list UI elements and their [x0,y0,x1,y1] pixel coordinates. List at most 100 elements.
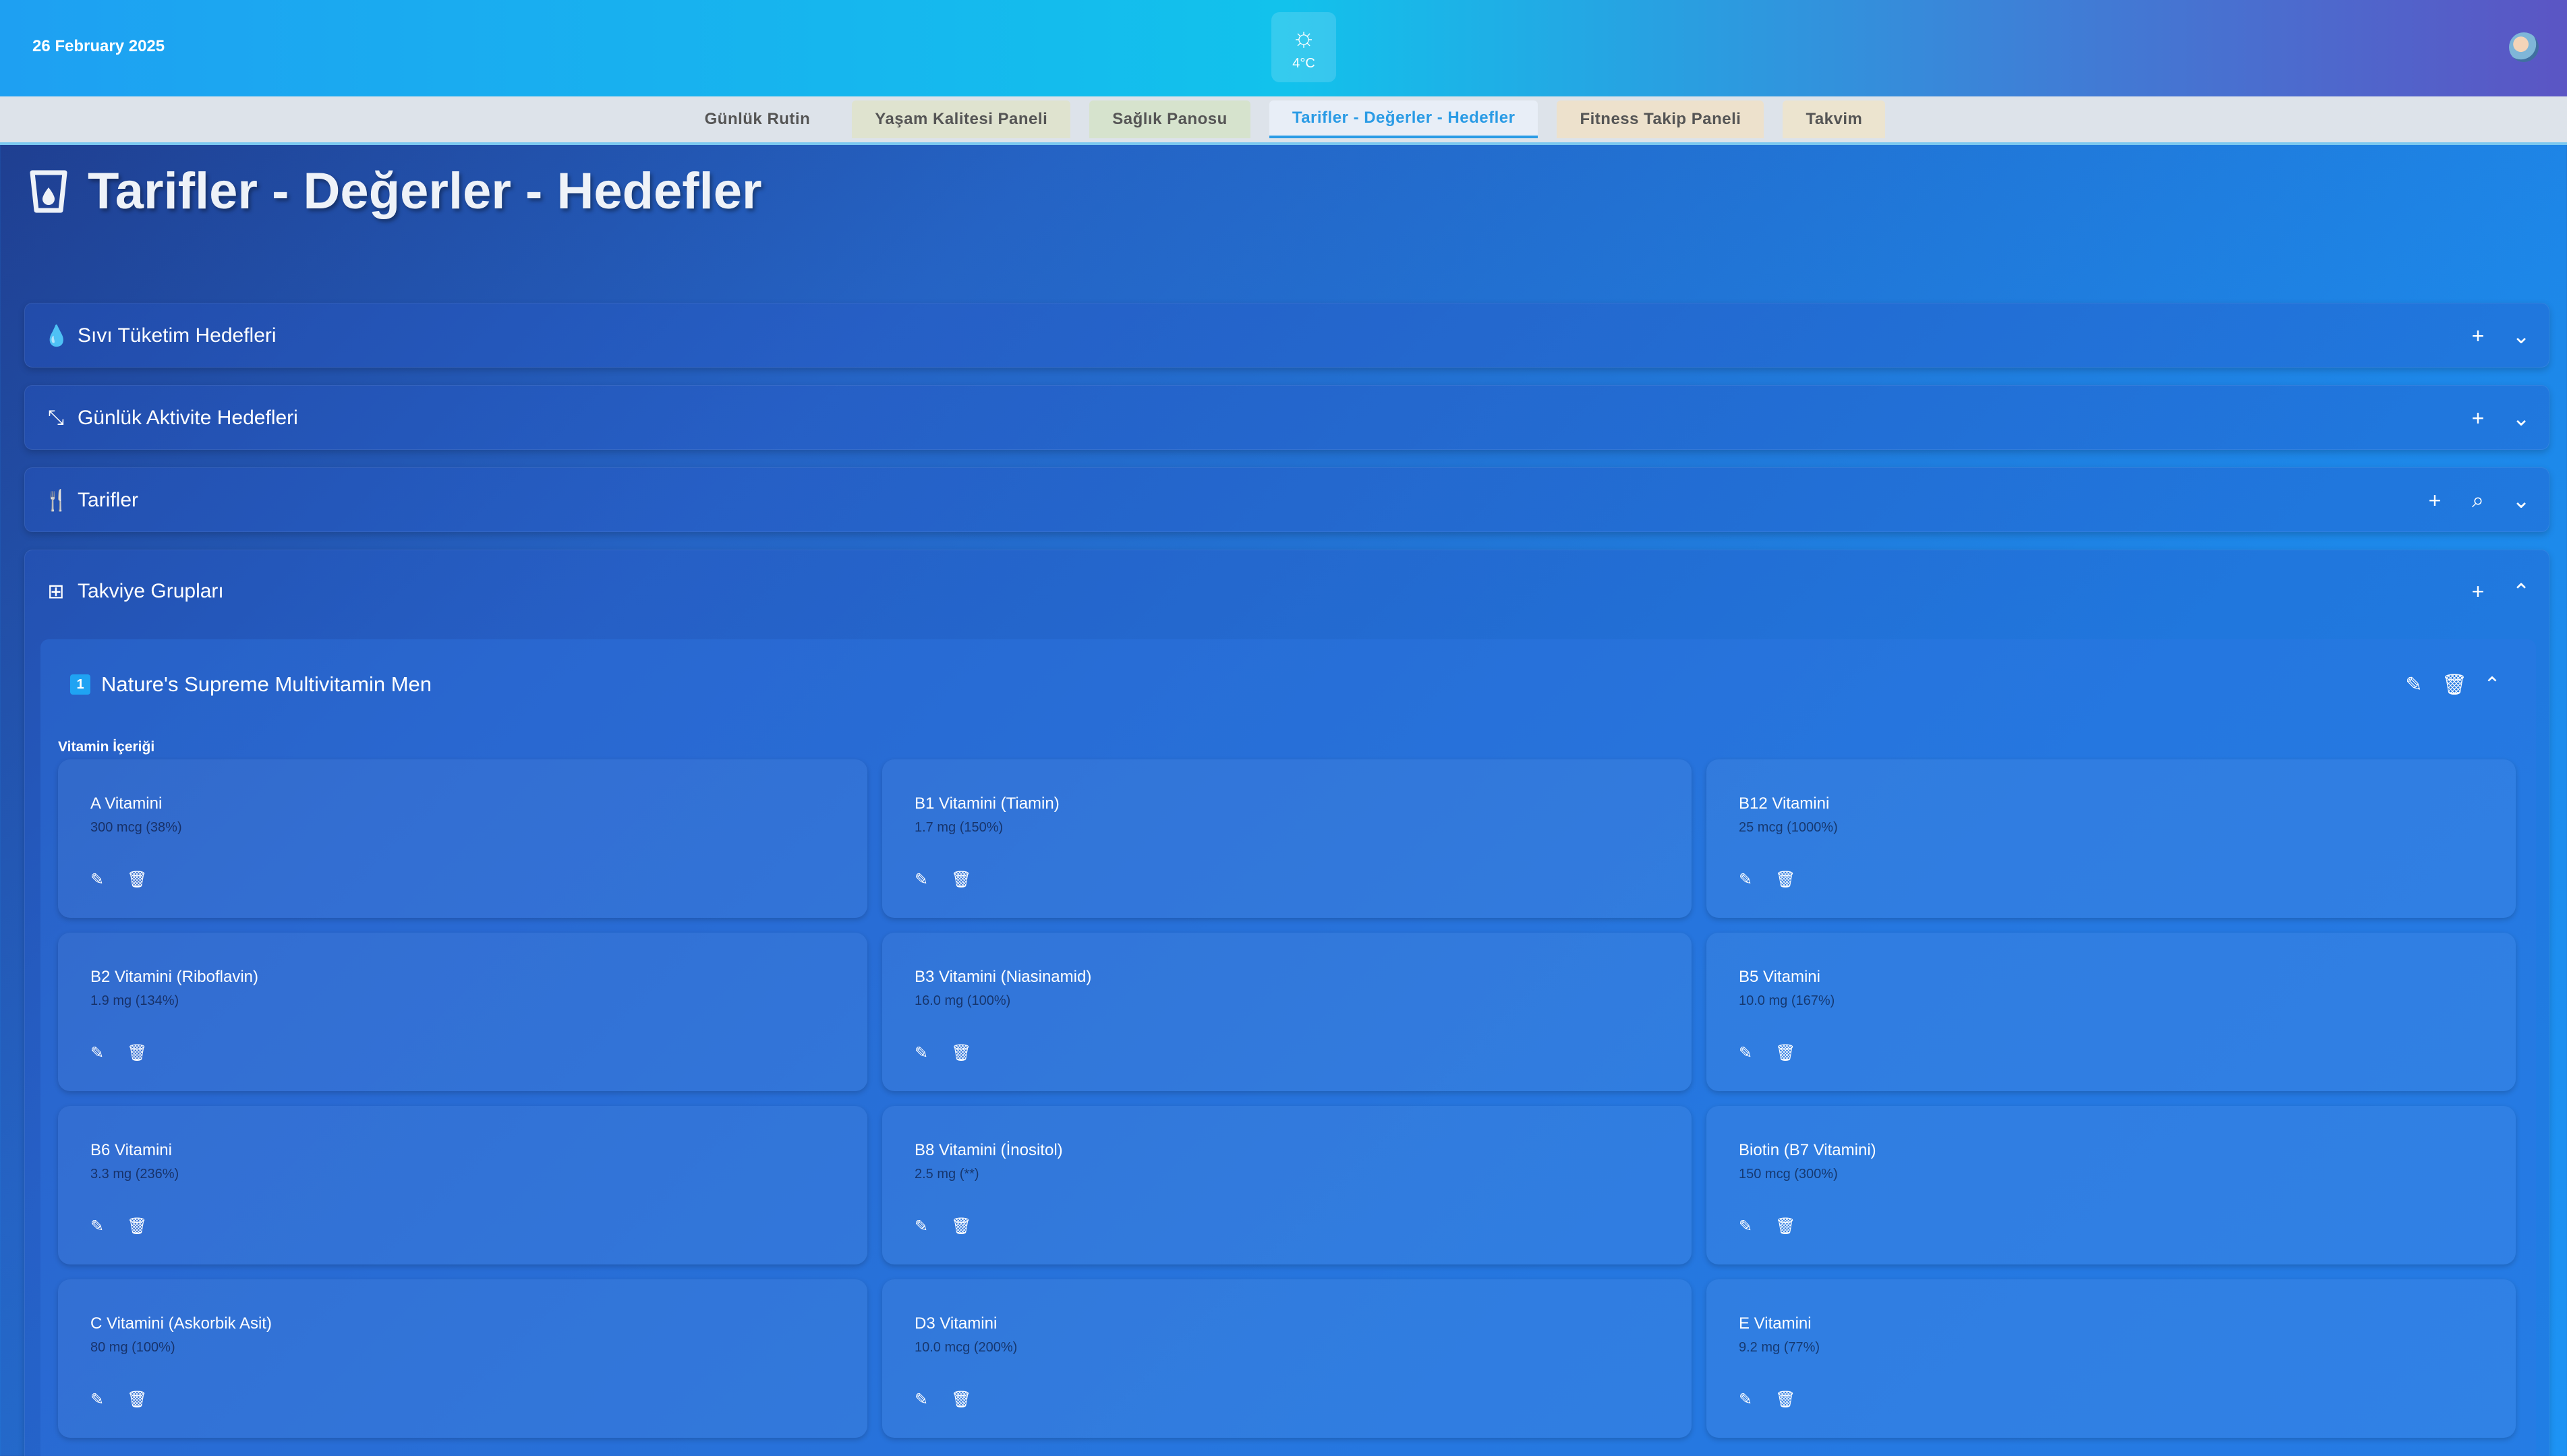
current-date: 26 February 2025 [32,37,165,55]
delete-icon[interactable]: 🗑 [2442,673,2467,697]
edit-icon[interactable]: ✎ [1739,1390,1752,1409]
chevron-up-icon[interactable]: ⌃ [2481,673,2504,697]
section-recipes: 🍴 Tarifler + ⌕ ⌄ [24,467,2549,532]
section-header[interactable]: 🍴 Tarifler + ⌕ ⌄ [25,468,2549,533]
vitamin-name: B8 Vitamini (İnositol) [915,1141,1063,1159]
chevron-down-icon[interactable]: ⌄ [2510,323,2533,349]
vitamin-card: Biotin (B7 Vitamini) 150 mcg (300%) ✎ 🗑 [1706,1106,2516,1264]
add-icon[interactable]: + [2467,579,2489,604]
section-title: Takviye Grupları [78,580,224,602]
edit-icon[interactable]: ✎ [90,1217,104,1236]
section-fluid-goals: 💧 Sıvı Tüketim Hedefleri + ⌄ [24,303,2549,368]
search-icon[interactable]: ⌕ [2467,488,2489,513]
vitamin-card: B5 Vitamini 10.0 mg (167%) ✎ 🗑 [1706,933,2516,1091]
vitamin-name: C Vitamini (Askorbik Asit) [90,1314,272,1333]
tab-daily-routine[interactable]: Günlük Rutin [682,100,834,138]
section-title: Günlük Aktivite Hedefleri [78,407,298,429]
vitamin-amount: 2.5 mg (**) [915,1167,979,1182]
delete-icon[interactable]: 🗑 [951,1217,971,1236]
cutlery-icon: 🍴 [44,489,69,512]
tab-health-dashboard[interactable]: Sağlık Panosu [1089,100,1250,138]
vitamin-name: A Vitamini [90,794,163,813]
edit-icon[interactable]: ✎ [2402,673,2425,697]
vitamin-amount: 10.0 mcg (200%) [915,1340,1018,1355]
tab-quality-of-life[interactable]: Yaşam Kalitesi Paneli [852,100,1071,138]
vitamin-amount: 1.9 mg (134%) [90,993,179,1008]
edit-icon[interactable]: ✎ [915,1390,928,1409]
vitamin-name: B3 Vitamini (Niasinamid) [915,968,1092,986]
water-drop-icon: 💧 [44,324,69,347]
edit-icon[interactable]: ✎ [90,870,104,890]
expand-arrows-icon: ⤡ [48,407,64,429]
delete-icon[interactable]: 🗑 [1775,870,1795,890]
add-icon[interactable]: + [2467,324,2489,349]
weather-widget[interactable]: ☼ 4°C [1271,12,1336,82]
delete-icon[interactable]: 🗑 [951,870,971,890]
section-header[interactable]: ⊞ Takviye Grupları + ⌃ [25,550,2549,633]
cup-icon [30,170,67,212]
vitamin-name: E Vitamini [1739,1314,1812,1333]
edit-icon[interactable]: ✎ [915,1043,928,1063]
temperature: 4°C [1292,55,1315,71]
vitamin-amount: 25 mcg (1000%) [1739,820,1838,835]
vitamin-card: B3 Vitamini (Niasinamid) 16.0 mg (100%) … [882,933,1692,1091]
vitamin-amount: 80 mg (100%) [90,1340,175,1355]
delete-icon[interactable]: 🗑 [951,1043,971,1063]
delete-icon[interactable]: 🗑 [1775,1390,1795,1409]
vitamin-amount: 300 mcg (38%) [90,820,182,835]
delete-icon[interactable]: 🗑 [951,1390,971,1409]
section-header[interactable]: 💧 Sıvı Tüketim Hedefleri + ⌄ [25,303,2549,368]
section-header[interactable]: ⤡ Günlük Aktivite Hedefleri + ⌄ [25,386,2549,450]
delete-icon[interactable]: 🗑 [127,1217,147,1236]
group-title: Nature's Supreme Multivitamin Men [101,672,432,696]
group-number-badge: 1 [70,674,90,695]
tab-fitness-tracker[interactable]: Fitness Takip Paneli [1557,100,1764,138]
vitamin-name: B2 Vitamini (Riboflavin) [90,968,258,986]
avatar[interactable] [2509,32,2539,62]
chevron-up-icon[interactable]: ⌃ [2510,579,2533,604]
edit-icon[interactable]: ✎ [915,1217,928,1236]
vitamin-card: E Vitamini 9.2 mg (77%) ✎ 🗑 [1706,1279,2516,1438]
delete-icon[interactable]: 🗑 [1775,1043,1795,1063]
vitamin-card: D3 Vitamini 10.0 mcg (200%) ✎ 🗑 [882,1279,1692,1438]
chevron-down-icon[interactable]: ⌄ [2510,488,2533,513]
tab-recipes-values-goals[interactable]: Tarifler - Değerler - Hedefler [1269,100,1538,138]
tab-bar: Günlük Rutin Yaşam Kalitesi Paneli Sağlı… [0,96,2567,145]
edit-icon[interactable]: ✎ [915,870,928,890]
section-activity-goals: ⤡ Günlük Aktivite Hedefleri + ⌄ [24,385,2549,450]
edit-icon[interactable]: ✎ [90,1043,104,1063]
vitamin-amount: 16.0 mg (100%) [915,993,1011,1008]
delete-icon[interactable]: 🗑 [127,1390,147,1409]
edit-icon[interactable]: ✎ [1739,1217,1752,1236]
tab-calendar[interactable]: Takvim [1783,100,1886,138]
delete-icon[interactable]: 🗑 [1775,1217,1795,1236]
vitamin-card: A Vitamini 300 mcg (38%) ✎ 🗑 [58,759,867,918]
vitamin-name: Biotin (B7 Vitamini) [1739,1141,1876,1159]
vitamin-name: B6 Vitamini [90,1141,172,1159]
section-title: Sıvı Tüketim Hedefleri [78,324,277,347]
vitamin-card: C Vitamini (Askorbik Asit) 80 mg (100%) … [58,1279,867,1438]
vitamin-amount: 10.0 mg (167%) [1739,993,1835,1008]
vitamin-name: B5 Vitamini [1739,968,1820,986]
vitamin-amount: 3.3 mg (236%) [90,1167,179,1182]
page-header: Tarifler - Değerler - Hedefler [30,162,762,221]
edit-icon[interactable]: ✎ [1739,870,1752,890]
chevron-down-icon[interactable]: ⌄ [2510,405,2533,431]
top-header: 26 February 2025 ☼ 4°C [0,0,2567,96]
vitamin-card: B6 Vitamini 3.3 mg (236%) ✎ 🗑 [58,1106,867,1264]
vitamin-amount: 1.7 mg (150%) [915,820,1004,835]
edit-icon[interactable]: ✎ [90,1390,104,1409]
add-icon[interactable]: + [2467,406,2489,431]
vitamin-name: B12 Vitamini [1739,794,1830,813]
vitamin-name: D3 Vitamini [915,1314,998,1333]
edit-icon[interactable]: ✎ [1739,1043,1752,1063]
section-title: Tarifler [78,489,139,511]
delete-icon[interactable]: 🗑 [127,1043,147,1063]
vitamin-card: B8 Vitamini (İnositol) 2.5 mg (**) ✎ 🗑 [882,1106,1692,1264]
vitamin-card: B2 Vitamini (Riboflavin) 1.9 mg (134%) ✎… [58,933,867,1091]
vitamin-card: B1 Vitamini (Tiamin) 1.7 mg (150%) ✎ 🗑 [882,759,1692,918]
group-header[interactable]: 1 Nature's Supreme Multivitamin Men ✎ 🗑 … [40,639,2536,730]
sun-icon: ☼ [1291,22,1317,52]
add-icon[interactable]: + [2423,488,2446,513]
delete-icon[interactable]: 🗑 [127,870,147,890]
